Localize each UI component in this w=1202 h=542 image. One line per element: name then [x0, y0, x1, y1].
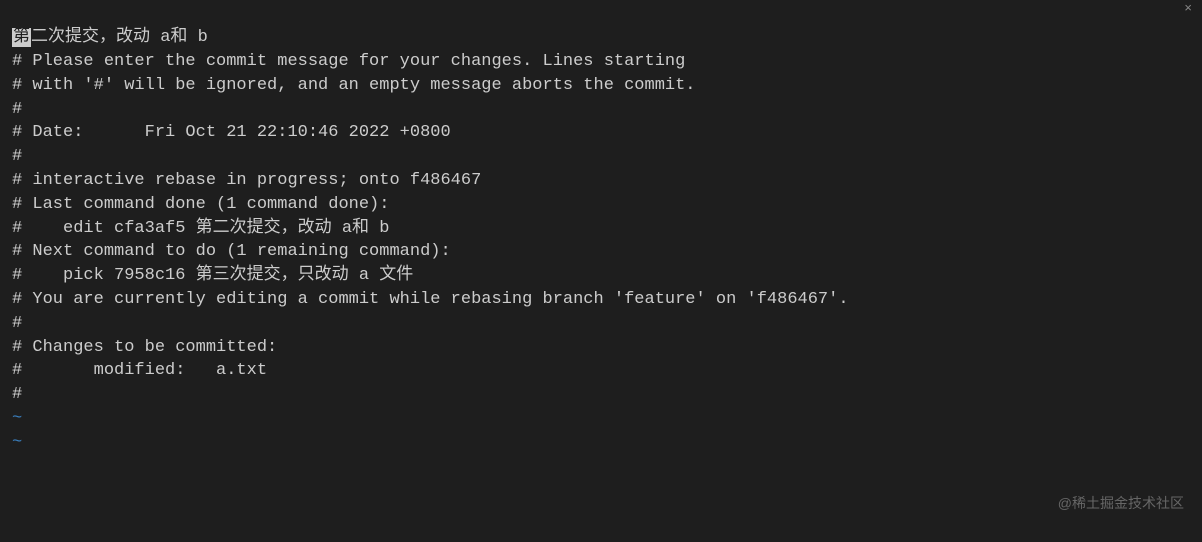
comment-line: # Next command to do (1 remaining comman…: [12, 240, 1190, 264]
vim-tilde: ~: [12, 431, 1190, 455]
cursor: 第: [12, 28, 31, 47]
comment-line: # Date: Fri Oct 21 22:10:46 2022 +0800: [12, 121, 1190, 145]
comment-line: # modified: a.txt: [12, 359, 1190, 383]
comment-line: #: [12, 312, 1190, 336]
comment-line: # Please enter the commit message for yo…: [12, 50, 1190, 74]
comment-line: #: [12, 98, 1190, 122]
comment-line: # interactive rebase in progress; onto f…: [12, 169, 1190, 193]
watermark: @稀土掘金技术社区: [1058, 494, 1184, 514]
comment-line: #: [12, 383, 1190, 407]
comment-line: # Changes to be committed:: [12, 336, 1190, 360]
comment-line: # You are currently editing a commit whi…: [12, 288, 1190, 312]
commit-message-text: 二次提交，改动 a和 b: [31, 28, 208, 47]
comment-line: # with '#' will be ignored, and an empty…: [12, 74, 1190, 98]
terminal-titlebar: ×: [0, 0, 1202, 20]
git-commit-editor[interactable]: 第二次提交，改动 a和 b # Please enter the commit …: [0, 20, 1202, 460]
comment-line: #: [12, 145, 1190, 169]
vim-tilde: ~: [12, 407, 1190, 431]
comment-line: # pick 7958c16 第三次提交，只改动 a 文件: [12, 264, 1190, 288]
comment-line: # Last command done (1 command done):: [12, 193, 1190, 217]
commit-message-line[interactable]: 第二次提交，改动 a和 b: [12, 26, 1190, 50]
close-icon[interactable]: ×: [1184, 0, 1192, 18]
titlebar-controls: ×: [1184, 0, 1192, 18]
comment-line: # edit cfa3af5 第二次提交，改动 a和 b: [12, 217, 1190, 241]
